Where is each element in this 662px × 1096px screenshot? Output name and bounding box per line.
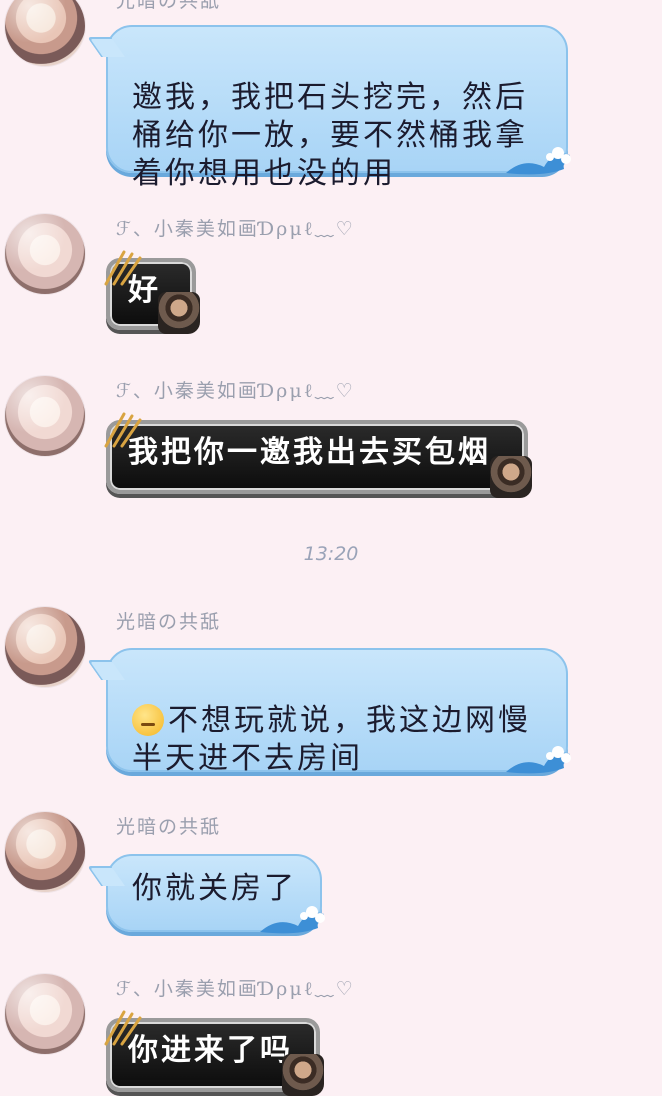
wave-decoration-icon xyxy=(506,147,571,175)
message-text: 邀我，我把石头挖完，然后 桶给你一放，要不然桶我拿 着你想用也没的用 xyxy=(132,80,528,191)
character-sticker-icon xyxy=(490,456,532,498)
sender-name: ℱ、小秦美如画Ɗρμℓ﹏♡ xyxy=(116,380,355,402)
message-bubble[interactable]: 你就关房了 xyxy=(106,854,325,934)
sender-name: 光暗の共舐 xyxy=(116,611,222,633)
message-text: 你进来了吗 xyxy=(128,1033,293,1068)
wave-decoration-icon xyxy=(506,746,571,774)
avatar[interactable] xyxy=(5,376,85,456)
message-text: 我把你一邀我出去买包烟 xyxy=(128,435,491,470)
avatar[interactable] xyxy=(5,812,85,892)
wave-decoration-icon xyxy=(260,906,325,934)
claw-icon xyxy=(104,1010,142,1046)
avatar[interactable] xyxy=(5,607,85,687)
sender-name: 光暗の共舐 xyxy=(116,816,222,838)
character-sticker-icon xyxy=(158,292,200,334)
claw-icon xyxy=(104,412,142,448)
sender-name: ℱ、小秦美如画Ɗρμℓ﹏♡ xyxy=(116,218,355,240)
message-bubble[interactable]: 好 xyxy=(104,250,200,334)
avatar[interactable] xyxy=(5,974,85,1054)
character-sticker-icon xyxy=(282,1054,324,1096)
message-bubble[interactable]: 你进来了吗 xyxy=(104,1010,324,1096)
message-bubble[interactable]: 我把你一邀我出去买包烟 xyxy=(104,412,532,498)
sender-name: ℱ、小秦美如画Ɗρμℓ﹏♡ xyxy=(116,978,355,1000)
message-text: 不想玩就说，我这边网慢 半天进不去房间 xyxy=(132,703,531,776)
chat-timestamp: 13:20 xyxy=(303,543,359,565)
sender-name: 光暗の共舐 xyxy=(116,0,222,12)
claw-icon xyxy=(104,250,142,286)
message-bubble[interactable]: 不想玩就说，我这边网慢 半天进不去房间 xyxy=(106,648,571,776)
message-bubble[interactable]: 邀我，我把石头挖完，然后 桶给你一放，要不然桶我拿 着你想用也没的用 xyxy=(106,25,571,191)
avatar[interactable] xyxy=(5,0,85,66)
thinking-face-icon xyxy=(132,704,164,736)
avatar[interactable] xyxy=(5,214,85,294)
